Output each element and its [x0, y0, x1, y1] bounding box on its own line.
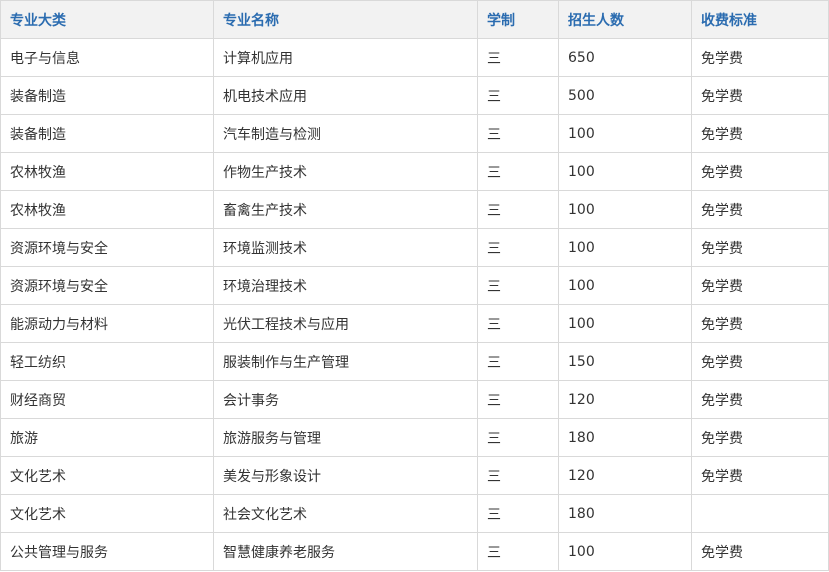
cell-enrollment: 100 — [558, 190, 692, 229]
table-row: 文化艺术 社会文化艺术 三 180 — [0, 494, 829, 533]
cell-fee: 免学费 — [691, 266, 829, 305]
table-row: 能源动力与材料 光伏工程技术与应用 三 100 免学费 — [0, 304, 829, 343]
table-row: 装备制造 机电技术应用 三 500 免学费 — [0, 76, 829, 115]
cell-duration: 三 — [477, 266, 559, 305]
cell-duration: 三 — [477, 304, 559, 343]
cell-duration: 三 — [477, 494, 559, 533]
table-row: 电子与信息 计算机应用 三 650 免学费 — [0, 38, 829, 77]
cell-fee: 免学费 — [691, 532, 829, 571]
cell-duration: 三 — [477, 114, 559, 153]
cell-category: 财经商贸 — [0, 380, 214, 419]
cell-duration: 三 — [477, 418, 559, 457]
cell-major-name: 美发与形象设计 — [213, 456, 478, 495]
cell-enrollment: 150 — [558, 342, 692, 381]
header-duration: 学制 — [477, 0, 559, 39]
cell-fee: 免学费 — [691, 418, 829, 457]
cell-fee: 免学费 — [691, 228, 829, 267]
table-body: 电子与信息 计算机应用 三 650 免学费 装备制造 机电技术应用 三 500 … — [0, 38, 829, 571]
cell-fee: 免学费 — [691, 456, 829, 495]
cell-fee: 免学费 — [691, 190, 829, 229]
cell-fee: 免学费 — [691, 380, 829, 419]
cell-duration: 三 — [477, 228, 559, 267]
header-category: 专业大类 — [0, 0, 214, 39]
header-enrollment: 招生人数 — [558, 0, 692, 39]
cell-duration: 三 — [477, 76, 559, 115]
cell-major-name: 畜禽生产技术 — [213, 190, 478, 229]
cell-category: 电子与信息 — [0, 38, 214, 77]
cell-enrollment: 100 — [558, 114, 692, 153]
cell-category: 装备制造 — [0, 76, 214, 115]
cell-category: 轻工纺织 — [0, 342, 214, 381]
cell-duration: 三 — [477, 456, 559, 495]
cell-enrollment: 100 — [558, 532, 692, 571]
cell-category: 农林牧渔 — [0, 152, 214, 191]
header-fee: 收费标准 — [691, 0, 829, 39]
cell-major-name: 社会文化艺术 — [213, 494, 478, 533]
cell-fee: 免学费 — [691, 38, 829, 77]
cell-enrollment: 500 — [558, 76, 692, 115]
cell-enrollment: 120 — [558, 456, 692, 495]
cell-category: 能源动力与材料 — [0, 304, 214, 343]
cell-fee — [691, 494, 829, 533]
cell-duration: 三 — [477, 38, 559, 77]
cell-category: 旅游 — [0, 418, 214, 457]
cell-category: 资源环境与安全 — [0, 228, 214, 267]
table-row: 文化艺术 美发与形象设计 三 120 免学费 — [0, 456, 829, 495]
cell-fee: 免学费 — [691, 342, 829, 381]
cell-fee: 免学费 — [691, 304, 829, 343]
table-row: 资源环境与安全 环境治理技术 三 100 免学费 — [0, 266, 829, 305]
cell-enrollment: 180 — [558, 418, 692, 457]
header-row: 专业大类 专业名称 学制 招生人数 收费标准 — [0, 0, 829, 39]
table-row: 农林牧渔 作物生产技术 三 100 免学费 — [0, 152, 829, 191]
cell-category: 农林牧渔 — [0, 190, 214, 229]
cell-major-name: 旅游服务与管理 — [213, 418, 478, 457]
cell-duration: 三 — [477, 190, 559, 229]
cell-major-name: 光伏工程技术与应用 — [213, 304, 478, 343]
table-row: 轻工纺织 服装制作与生产管理 三 150 免学费 — [0, 342, 829, 381]
cell-category: 公共管理与服务 — [0, 532, 214, 571]
cell-major-name: 会计事务 — [213, 380, 478, 419]
cell-category: 文化艺术 — [0, 456, 214, 495]
cell-category: 资源环境与安全 — [0, 266, 214, 305]
table-row: 旅游 旅游服务与管理 三 180 免学费 — [0, 418, 829, 457]
cell-major-name: 机电技术应用 — [213, 76, 478, 115]
cell-major-name: 计算机应用 — [213, 38, 478, 77]
cell-fee: 免学费 — [691, 152, 829, 191]
cell-major-name: 汽车制造与检测 — [213, 114, 478, 153]
table-row: 资源环境与安全 环境监测技术 三 100 免学费 — [0, 228, 829, 267]
cell-enrollment: 120 — [558, 380, 692, 419]
cell-category: 文化艺术 — [0, 494, 214, 533]
cell-major-name: 环境治理技术 — [213, 266, 478, 305]
table-row: 农林牧渔 畜禽生产技术 三 100 免学费 — [0, 190, 829, 229]
enrollment-table: 专业大类 专业名称 学制 招生人数 收费标准 电子与信息 计算机应用 三 650… — [0, 0, 829, 571]
cell-duration: 三 — [477, 532, 559, 571]
cell-enrollment: 100 — [558, 228, 692, 267]
cell-enrollment: 100 — [558, 266, 692, 305]
cell-major-name: 服装制作与生产管理 — [213, 342, 478, 381]
cell-duration: 三 — [477, 380, 559, 419]
cell-duration: 三 — [477, 342, 559, 381]
cell-category: 装备制造 — [0, 114, 214, 153]
cell-fee: 免学费 — [691, 114, 829, 153]
table-row: 财经商贸 会计事务 三 120 免学费 — [0, 380, 829, 419]
cell-major-name: 作物生产技术 — [213, 152, 478, 191]
cell-enrollment: 650 — [558, 38, 692, 77]
cell-enrollment: 100 — [558, 152, 692, 191]
header-major-name: 专业名称 — [213, 0, 478, 39]
table-row: 装备制造 汽车制造与检测 三 100 免学费 — [0, 114, 829, 153]
cell-major-name: 智慧健康养老服务 — [213, 532, 478, 571]
cell-fee: 免学费 — [691, 76, 829, 115]
table-header: 专业大类 专业名称 学制 招生人数 收费标准 — [0, 0, 829, 39]
cell-duration: 三 — [477, 152, 559, 191]
cell-enrollment: 180 — [558, 494, 692, 533]
cell-enrollment: 100 — [558, 304, 692, 343]
table-row: 公共管理与服务 智慧健康养老服务 三 100 免学费 — [0, 532, 829, 571]
cell-major-name: 环境监测技术 — [213, 228, 478, 267]
